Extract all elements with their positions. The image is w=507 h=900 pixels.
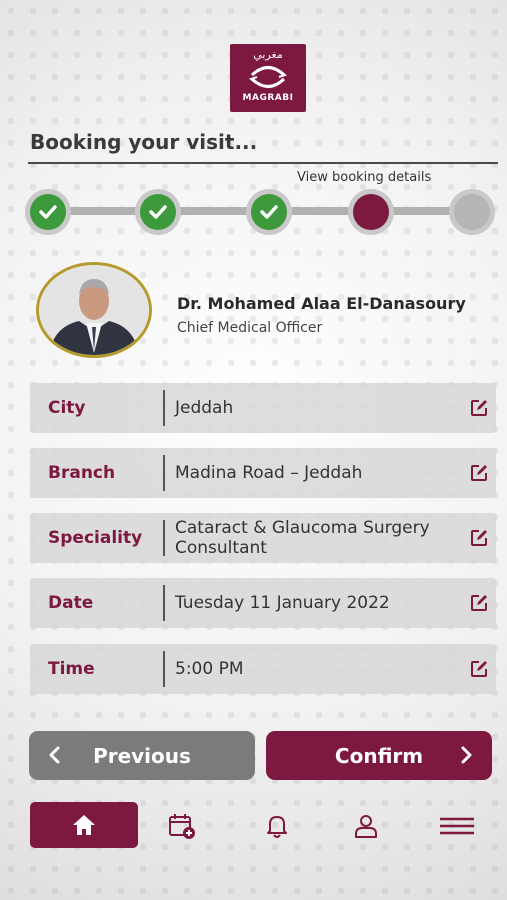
checkmark-icon	[149, 205, 167, 219]
doctor-name: Dr. Mohamed Alaa El-Danasoury	[177, 294, 466, 313]
nav-home[interactable]	[30, 802, 138, 848]
step-4-current[interactable]	[348, 189, 394, 235]
edit-icon[interactable]	[470, 529, 488, 547]
doctor-position: Chief Medical Officer	[177, 320, 323, 336]
field-branch[interactable]: Branch Madina Road – Jeddah	[30, 448, 496, 498]
field-value: Tuesday 11 January 2022	[175, 593, 390, 613]
previous-button[interactable]: Previous	[29, 731, 255, 780]
field-label: City	[48, 398, 86, 418]
edit-icon[interactable]	[470, 399, 488, 417]
field-value: Jeddah	[175, 398, 234, 418]
step-5-pending	[449, 189, 495, 235]
previous-button-label: Previous	[93, 743, 191, 768]
title-divider	[28, 162, 498, 164]
step-1-complete[interactable]	[25, 189, 71, 235]
checkmark-icon	[260, 205, 278, 219]
logo-eye-icon	[248, 66, 288, 88]
field-label: Speciality	[48, 528, 143, 548]
checkmark-icon	[39, 205, 57, 219]
field-value: 5:00 PM	[175, 659, 244, 679]
confirm-button[interactable]: Confirm	[266, 731, 492, 780]
field-divider	[163, 651, 165, 687]
bottom-navigation	[0, 800, 507, 852]
doctor-photo	[36, 262, 152, 358]
calendar-add-icon[interactable]	[168, 812, 196, 840]
confirm-button-label: Confirm	[334, 743, 424, 768]
chevron-left-icon	[49, 746, 60, 764]
edit-icon[interactable]	[470, 464, 488, 482]
field-divider	[163, 390, 165, 426]
logo-arabic-text: مغربي	[253, 48, 283, 61]
edit-icon[interactable]	[470, 594, 488, 612]
field-time[interactable]: Time 5:00 PM	[30, 644, 496, 694]
field-divider	[163, 585, 165, 621]
field-value: Madina Road – Jeddah	[175, 463, 363, 483]
field-divider	[163, 455, 165, 491]
user-icon[interactable]	[352, 812, 380, 840]
field-label: Time	[48, 659, 95, 679]
home-icon	[73, 815, 95, 835]
step-3-complete[interactable]	[246, 189, 292, 235]
chevron-right-icon	[461, 746, 472, 764]
field-speciality[interactable]: Speciality Cataract & Glaucoma Surgery C…	[30, 513, 496, 563]
field-date[interactable]: Date Tuesday 11 January 2022	[30, 578, 496, 628]
magrabi-logo: مغربي MAGRABI	[230, 44, 306, 112]
field-city[interactable]: City Jeddah	[30, 383, 496, 433]
logo-english-text: MAGRABI	[242, 93, 294, 103]
page-title: Booking your visit...	[30, 130, 258, 154]
field-value: Cataract & Glaucoma Surgery Consultant	[175, 518, 430, 558]
field-divider	[163, 520, 165, 556]
bell-icon[interactable]	[263, 812, 291, 840]
view-booking-details-link[interactable]: View booking details	[297, 170, 431, 185]
field-label: Branch	[48, 463, 116, 483]
field-label: Date	[48, 593, 94, 613]
menu-icon[interactable]	[438, 812, 476, 840]
step-2-complete[interactable]	[135, 189, 181, 235]
edit-icon[interactable]	[470, 660, 488, 678]
